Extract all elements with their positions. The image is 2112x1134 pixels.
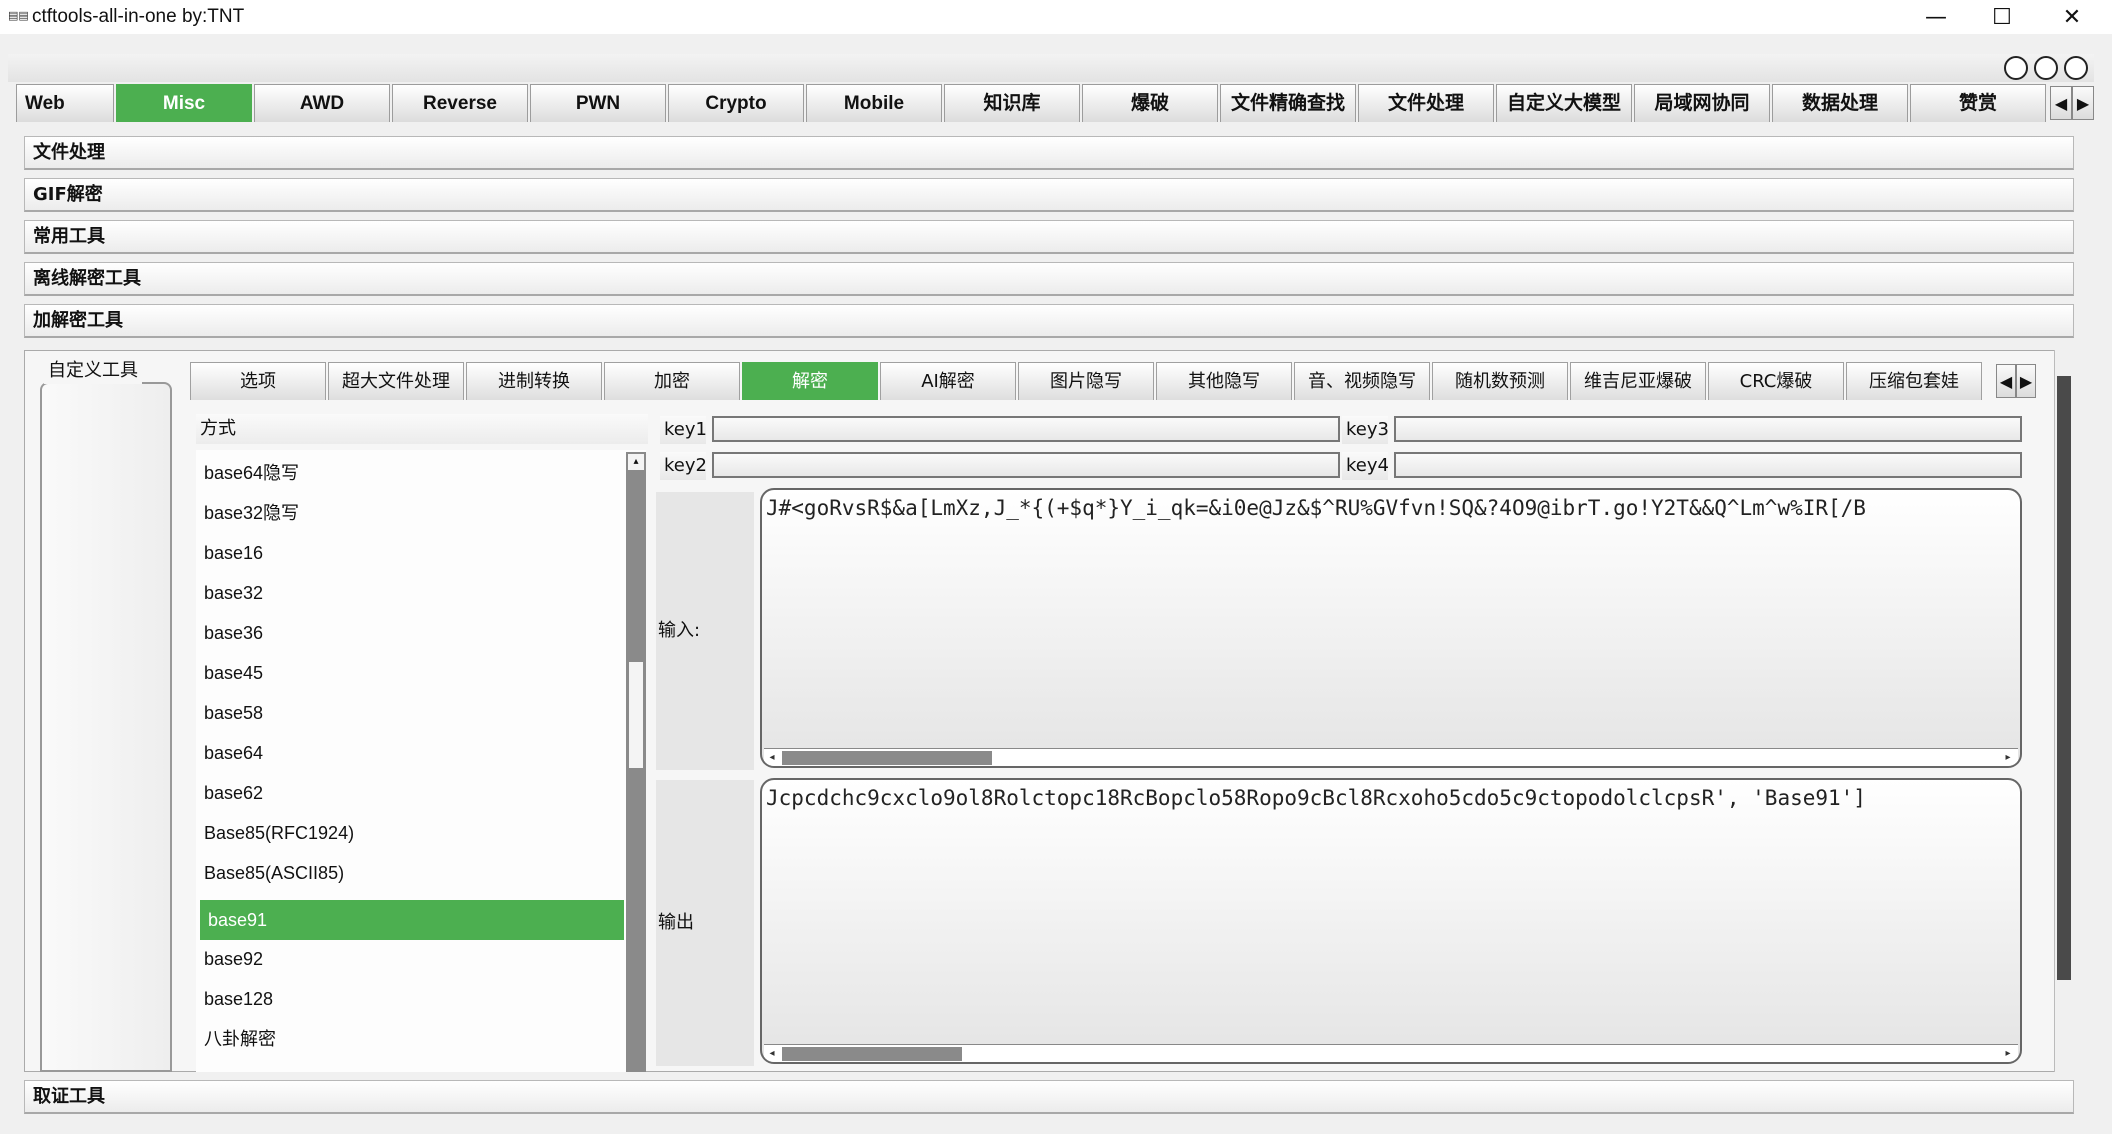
sub-tab-nested-archive[interactable]: 压缩包套娃: [1846, 362, 1982, 400]
main-tab-pwn[interactable]: PWN: [530, 84, 666, 122]
output-hscroll-thumb[interactable]: [782, 1047, 962, 1061]
scroll-right-icon[interactable]: ▸: [2000, 1046, 2016, 1062]
method-item[interactable]: base45: [196, 654, 626, 692]
custom-tools-group: [40, 382, 172, 1072]
input-text: J#<goRvsR$&a[LmXz,J_*{(+$q*}Y_i_qk=&i0e@…: [766, 496, 1866, 520]
main-tab-custom-llm[interactable]: 自定义大模型: [1496, 84, 1632, 122]
sub-tab-base-convert[interactable]: 进制转换: [466, 362, 602, 400]
sub-tab-ai-decrypt[interactable]: AI解密: [880, 362, 1016, 400]
toolbar-band: [8, 54, 2094, 82]
window-title: ctftools-all-in-one by:TNT: [32, 6, 245, 27]
custom-tools-label: 自定义工具: [44, 358, 142, 384]
method-item[interactable]: base32: [196, 574, 626, 612]
main-tab-crypto[interactable]: Crypto: [668, 84, 804, 122]
scroll-left-icon[interactable]: ◂: [764, 750, 780, 766]
method-item[interactable]: base64隐写: [196, 454, 626, 492]
sub-tab-encrypt[interactable]: 加密: [604, 362, 740, 400]
minimize-button[interactable]: —: [1904, 0, 1968, 34]
method-item[interactable]: Base85(ASCII85): [196, 854, 626, 892]
sub-tab-vigenere-brute[interactable]: 维吉尼亚爆破: [1570, 362, 1706, 400]
section-crypto-tools[interactable]: 加解密工具: [24, 304, 2074, 338]
method-item[interactable]: base36: [196, 614, 626, 652]
scroll-left-icon[interactable]: ◂: [764, 1046, 780, 1062]
main-tab-lan-collab[interactable]: 局域网协同: [1634, 84, 1770, 122]
key2-input[interactable]: [712, 452, 1340, 478]
method-item[interactable]: 八卦解密: [196, 1020, 626, 1058]
section-offline-decrypt[interactable]: 离线解密工具: [24, 262, 2074, 296]
subtabs-scroll-left-icon[interactable]: ◀: [1996, 364, 2016, 398]
main-tab-file-process[interactable]: 文件处理: [1358, 84, 1494, 122]
output-label: 输出: [656, 780, 754, 1066]
sub-tab-random-predict[interactable]: 随机数预测: [1432, 362, 1568, 400]
key1-input[interactable]: [712, 416, 1340, 442]
main-tab-reverse[interactable]: Reverse: [392, 84, 528, 122]
key4-input[interactable]: [1394, 452, 2022, 478]
main-tab-mobile[interactable]: Mobile: [806, 84, 942, 122]
key4-label: key4: [1342, 452, 1389, 480]
section-file-process[interactable]: 文件处理: [24, 136, 2074, 170]
sub-tab-image-stego[interactable]: 图片隐写: [1018, 362, 1154, 400]
circle-button-2[interactable]: [2034, 56, 2058, 80]
scroll-right-icon[interactable]: ▸: [2000, 750, 2016, 766]
section-forensics-tools[interactable]: 取证工具: [24, 1080, 2074, 1114]
main-tab-misc[interactable]: Misc: [116, 84, 252, 122]
sub-tab-options[interactable]: 选项: [190, 362, 326, 400]
tabs-scroll-left-icon[interactable]: ◀: [2050, 86, 2072, 120]
main-tab-web[interactable]: Web: [16, 84, 114, 122]
section-gif-decrypt[interactable]: GIF解密: [24, 178, 2074, 212]
subtabs-scroll-right-icon[interactable]: ▶: [2016, 364, 2036, 398]
sub-tab-decrypt[interactable]: 解密: [742, 362, 878, 400]
main-tab-donate[interactable]: 赞赏: [1910, 84, 2046, 122]
method-list[interactable]: base64隐写 base32隐写 base16 base32 base36 b…: [196, 450, 646, 1072]
close-button[interactable]: ✕: [2040, 0, 2104, 34]
title-bar: [0, 0, 2112, 34]
maximize-button[interactable]: ☐: [1970, 0, 2034, 34]
main-tab-bruteforce[interactable]: 爆破: [1082, 84, 1218, 122]
circle-button-3[interactable]: [2064, 56, 2088, 80]
method-header: 方式: [196, 414, 648, 444]
method-item[interactable]: base64: [196, 734, 626, 772]
input-textarea[interactable]: J#<goRvsR$&a[LmXz,J_*{(+$q*}Y_i_qk=&i0e@…: [760, 488, 2022, 768]
key3-label: key3: [1342, 416, 1389, 444]
method-list-scroll-thumb[interactable]: [629, 662, 643, 768]
tabs-scroll-right-icon[interactable]: ▶: [2072, 86, 2094, 120]
output-text: Jcpcdchc9cxclo9ol8Rolctopc18RcBopclo58Ro…: [766, 786, 1866, 810]
sub-tab-crc-brute[interactable]: CRC爆破: [1708, 362, 1844, 400]
sub-tab-av-stego[interactable]: 音、视频隐写: [1294, 362, 1430, 400]
key2-label: key2: [660, 452, 707, 480]
method-item[interactable]: base16: [196, 534, 626, 572]
sub-tab-large-file[interactable]: 超大文件处理: [328, 362, 464, 400]
input-label: 输入:: [656, 492, 754, 770]
method-item[interactable]: base58: [196, 694, 626, 732]
input-hscroll-thumb[interactable]: [782, 751, 992, 765]
method-item-selected[interactable]: base91: [200, 900, 624, 940]
section-common-tools[interactable]: 常用工具: [24, 220, 2074, 254]
sub-tab-other-stego[interactable]: 其他隐写: [1156, 362, 1292, 400]
main-tab-awd[interactable]: AWD: [254, 84, 390, 122]
output-textarea[interactable]: Jcpcdchc9cxclo9ol8Rolctopc18RcBopclo58Ro…: [760, 778, 2022, 1064]
key3-input[interactable]: [1394, 416, 2022, 442]
circle-button-1[interactable]: [2004, 56, 2028, 80]
output-hscrollbar[interactable]: ◂ ▸: [764, 1044, 2018, 1062]
input-hscrollbar[interactable]: ◂ ▸: [764, 748, 2018, 766]
method-item[interactable]: base128: [196, 980, 626, 1018]
method-item[interactable]: Base85(RFC1924): [196, 814, 626, 852]
scroll-up-icon[interactable]: ▴: [628, 454, 644, 470]
app-icon: ▤▤: [8, 9, 29, 22]
method-item[interactable]: base62: [196, 774, 626, 812]
main-tab-file-search[interactable]: 文件精确查找: [1220, 84, 1356, 122]
main-tab-data-process[interactable]: 数据处理: [1772, 84, 1908, 122]
main-tab-knowledge[interactable]: 知识库: [944, 84, 1080, 122]
panel-scroll-thumb[interactable]: [2057, 376, 2071, 980]
key1-label: key1: [660, 416, 707, 444]
method-item[interactable]: base32隐写: [196, 494, 626, 532]
method-item[interactable]: base92: [196, 940, 626, 978]
